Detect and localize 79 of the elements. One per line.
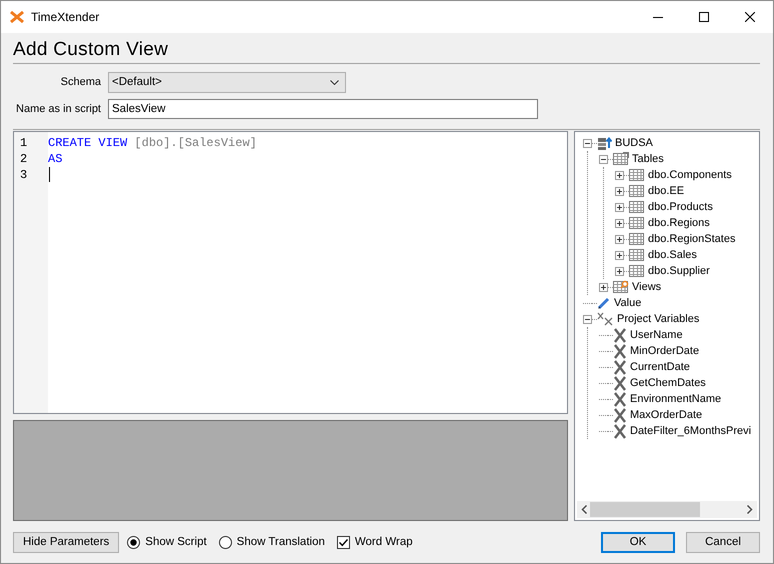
sql-keyword: CREATE VIEW [48, 136, 128, 150]
expand-icon[interactable] [615, 186, 624, 196]
variable-icon [613, 424, 627, 438]
table-grid-icon [629, 200, 645, 214]
table-grid-icon [629, 168, 645, 182]
tree-item[interactable]: dbo.Sales [648, 246, 697, 264]
variable-icon [613, 344, 627, 358]
tree-item[interactable]: BUDSA [615, 134, 653, 152]
table-grid-icon [629, 184, 645, 198]
tree-item[interactable]: EnvironmentName [630, 390, 722, 408]
expand-icon[interactable] [599, 282, 608, 292]
checkbox-option[interactable]: Word Wrap [336, 534, 413, 552]
radio-selected-icon[interactable] [127, 536, 140, 549]
expand-icon[interactable] [615, 234, 624, 244]
checkbox-checked-icon[interactable] [336, 536, 350, 549]
tree-item[interactable]: dbo.Regions [648, 214, 710, 232]
tree-item[interactable]: MaxOrderDate [630, 406, 702, 424]
chevron-down-icon [330, 80, 339, 85]
tree-item[interactable]: UserName [630, 326, 683, 344]
expand-icon[interactable] [615, 250, 624, 260]
scrollbar-thumb[interactable] [590, 502, 700, 517]
tree-item[interactable]: MinOrderDate [630, 342, 700, 360]
sql-identifier: [dbo].[SalesView] [134, 136, 257, 150]
maximize-icon[interactable] [699, 12, 709, 22]
schema-dropdown[interactable]: <Default> [108, 72, 346, 93]
name-input[interactable]: SalesView [108, 99, 538, 119]
collapse-icon[interactable] [599, 154, 608, 164]
tree-item[interactable]: Value [614, 294, 642, 312]
window-title: TimeXtender [31, 9, 100, 26]
horizontal-scrollbar[interactable] [577, 501, 757, 518]
tree-item[interactable]: Views [632, 278, 662, 296]
tree-item[interactable]: Project Variables [617, 310, 700, 328]
variable-icon [613, 376, 627, 390]
tree-item[interactable]: dbo.EE [648, 182, 684, 200]
collapse-icon[interactable] [583, 314, 592, 324]
collapse-icon[interactable] [583, 138, 592, 148]
logo-icon [10, 11, 24, 23]
table-grid-icon [629, 248, 645, 262]
close-icon[interactable] [745, 12, 755, 22]
variable-icon [613, 408, 627, 422]
table-grid-icon [629, 216, 645, 230]
tree-item[interactable]: dbo.Supplier [648, 262, 710, 280]
radio-icon[interactable] [218, 536, 232, 549]
table-grid-icon [629, 264, 645, 278]
dialog-heading: Add Custom View [13, 39, 760, 64]
variable-icon [613, 328, 627, 342]
field-label: Name as in script [15, 102, 101, 117]
tree-item[interactable]: Tables [632, 150, 664, 168]
tree-item[interactable]: DateFilter_6MonthsPrevi [630, 422, 752, 440]
dialog-button[interactable]: OK [601, 532, 675, 553]
line-number: 1 [19, 135, 28, 151]
variable-icon [613, 392, 627, 406]
scroll-left-icon[interactable] [581, 505, 588, 514]
radio-option[interactable]: Show Translation [218, 534, 325, 552]
table-magnifier-icon [613, 280, 629, 294]
expand-icon[interactable] [615, 170, 624, 180]
radio-option[interactable]: Show Script [127, 534, 207, 552]
variables-icon [597, 312, 614, 326]
table-grid-icon [613, 152, 629, 166]
line-number: 2 [19, 151, 28, 167]
tree-item[interactable]: dbo.Products [648, 198, 713, 216]
expand-icon[interactable] [615, 218, 624, 228]
tree-item[interactable]: dbo.Components [648, 166, 732, 184]
tree-item[interactable]: dbo.RegionStates [648, 230, 736, 248]
sql-keyword: AS [48, 152, 62, 166]
dropdown-value: <Default> [112, 74, 162, 90]
scroll-right-icon[interactable] [746, 505, 753, 514]
variable-icon [613, 360, 627, 374]
table-grid-icon [629, 232, 645, 246]
tree-item[interactable]: CurrentDate [630, 358, 690, 376]
line-number: 3 [19, 167, 28, 183]
expand-icon[interactable] [615, 266, 624, 276]
code-editor[interactable]: 1 2 3 CREATE VIEW [dbo].[SalesView] AS [13, 131, 568, 414]
expand-icon[interactable] [615, 202, 624, 212]
pencil-icon [597, 296, 611, 310]
dialog-button[interactable]: Cancel [686, 532, 760, 553]
hide-parameters-button[interactable]: Hide Parameters [13, 532, 120, 553]
tree-item[interactable]: GetChemDates [630, 374, 706, 392]
field-label: Schema [60, 75, 101, 90]
